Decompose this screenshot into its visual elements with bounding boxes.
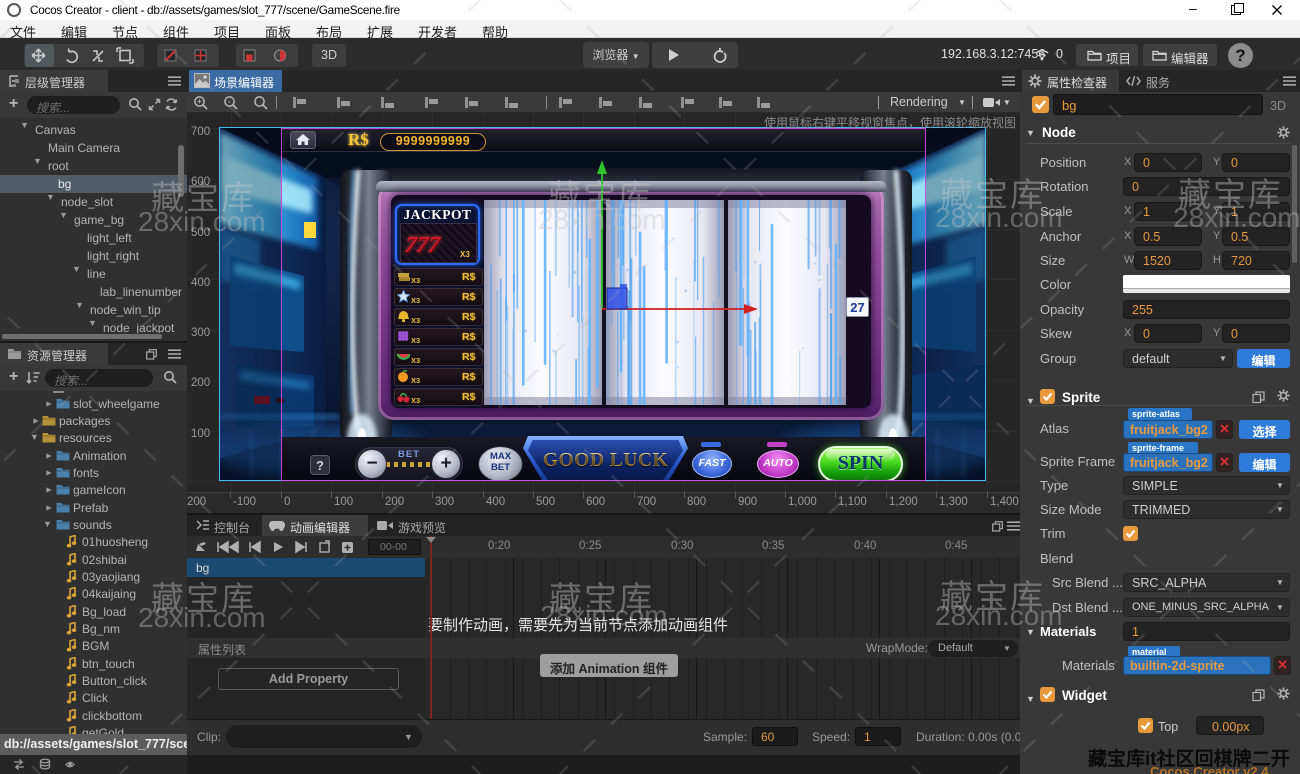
svg-text:+: + [197, 97, 202, 106]
svg-text:-: - [228, 97, 231, 106]
